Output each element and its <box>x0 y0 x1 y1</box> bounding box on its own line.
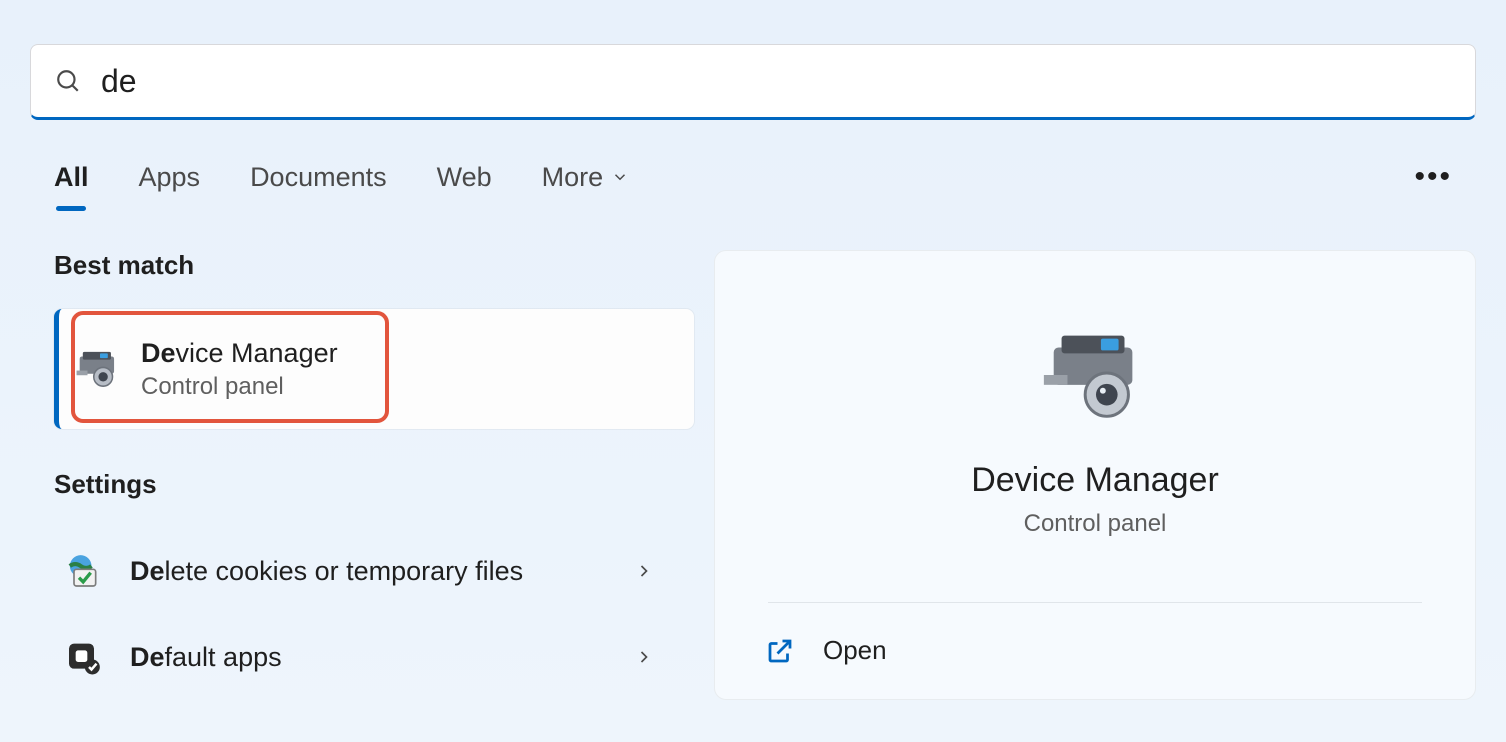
settings-item-label: Delete cookies or temporary files <box>130 556 634 587</box>
search-box[interactable] <box>30 44 1476 120</box>
search-input[interactable] <box>101 63 1451 100</box>
search-icon <box>55 68 81 94</box>
tab-apps[interactable]: Apps <box>139 162 201 193</box>
divider <box>768 602 1422 603</box>
tab-more[interactable]: More <box>542 162 630 193</box>
internet-options-icon <box>64 551 104 591</box>
detail-subtitle: Control panel <box>1024 510 1167 538</box>
overflow-menu-button[interactable]: ••• <box>1414 160 1452 194</box>
device-manager-large-icon <box>1036 325 1154 425</box>
section-settings: Settings <box>54 469 694 500</box>
device-manager-icon <box>75 344 125 394</box>
tab-all[interactable]: All <box>54 162 89 193</box>
open-action[interactable]: Open <box>715 635 887 666</box>
default-apps-icon <box>64 637 104 677</box>
best-match-title: Device Manager <box>141 338 338 369</box>
tab-more-label: More <box>542 162 604 193</box>
best-match-subtitle: Control panel <box>141 373 338 401</box>
tab-web[interactable]: Web <box>437 162 492 193</box>
open-label: Open <box>823 635 887 666</box>
settings-item-default-apps[interactable]: Default apps <box>54 614 694 700</box>
section-best-match: Best match <box>54 250 694 281</box>
filter-tabs: All Apps Documents Web More ••• <box>0 120 1506 194</box>
open-external-icon <box>765 636 795 666</box>
detail-panel: Device Manager Control panel Open <box>714 250 1476 700</box>
settings-item-delete-cookies[interactable]: Delete cookies or temporary files <box>54 528 694 614</box>
chevron-right-icon <box>634 561 654 581</box>
chevron-right-icon <box>634 647 654 667</box>
chevron-down-icon <box>611 168 629 186</box>
detail-title: Device Manager <box>971 461 1219 500</box>
best-match-result[interactable]: Device Manager Control panel <box>54 309 694 429</box>
tab-documents[interactable]: Documents <box>250 162 387 193</box>
settings-item-label: Default apps <box>130 642 634 673</box>
